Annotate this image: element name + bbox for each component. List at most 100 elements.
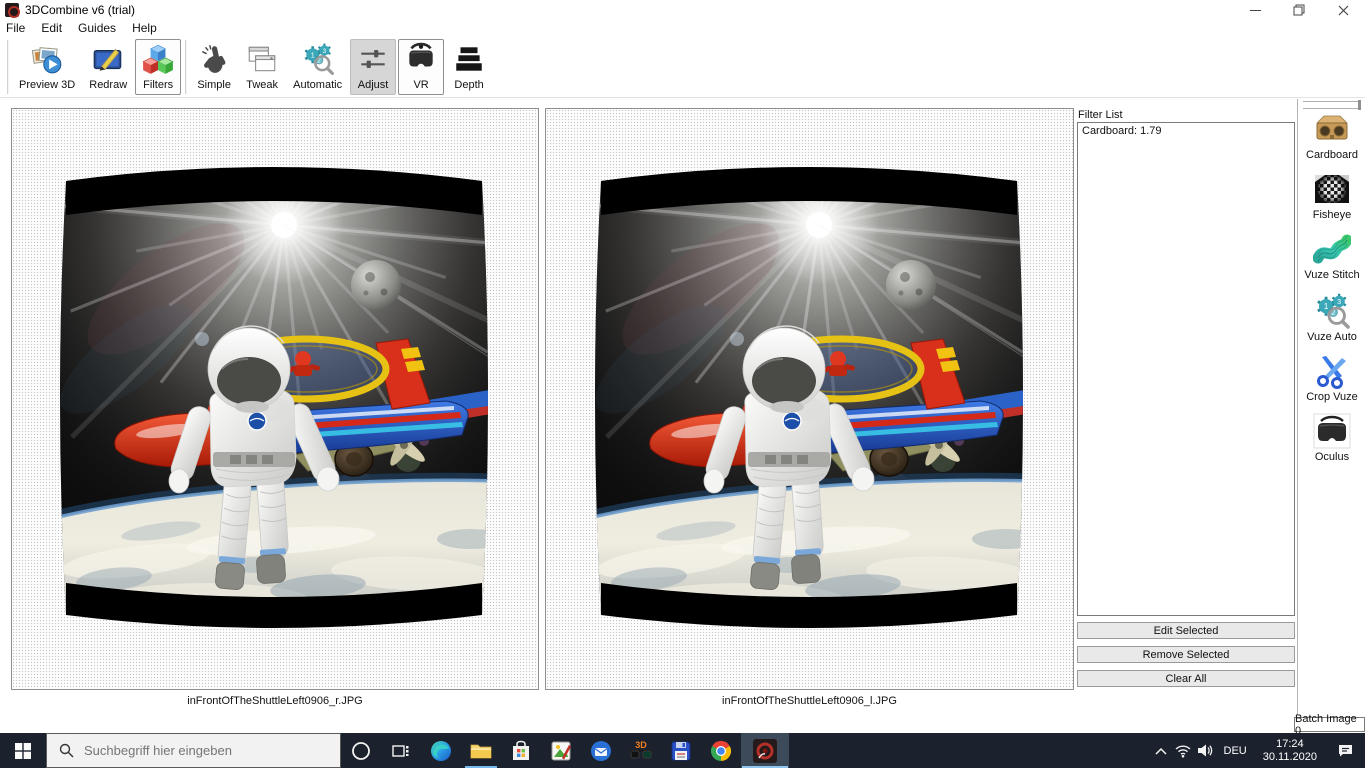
sidebar-item-label: Vuze Stitch: [1304, 269, 1359, 281]
chrome-icon[interactable]: [701, 733, 741, 768]
sidebar-item-vuze-stitch[interactable]: Vuze Stitch: [1300, 230, 1364, 288]
3dcombine-taskbar-icon[interactable]: [741, 733, 789, 768]
left-image-filename: inFrontOfTheShuttleLeft0906_r.JPG: [11, 695, 539, 707]
toolbar: Preview 3D Redraw Filte: [0, 37, 1365, 98]
preview-3d-icon: [30, 42, 64, 76]
vr-button[interactable]: VR: [398, 39, 444, 95]
toolbar-label: VR: [413, 79, 428, 91]
search-icon: [59, 743, 74, 758]
task-view-icon[interactable]: [381, 733, 421, 768]
fisheye-icon: [1313, 170, 1351, 208]
toolbar-label: Redraw: [89, 79, 127, 91]
toolbar-label: Depth: [454, 79, 483, 91]
redraw-icon: [91, 42, 125, 76]
svg-text:1: 1: [310, 50, 314, 59]
simple-icon: [197, 42, 231, 76]
application-window: 3DCombine v6 (trial) File Edit Guides He…: [0, 0, 1365, 768]
title-bar: 3DCombine v6 (trial): [0, 0, 1365, 20]
file-explorer-icon[interactable]: [461, 733, 501, 768]
taskbar: 3D: [0, 733, 1365, 768]
tweak-button[interactable]: Tweak: [239, 39, 285, 95]
batch-status: Batch Image 0: [1294, 717, 1365, 732]
vr-icon: [404, 42, 438, 76]
tray-date: 30.11.2020: [1263, 751, 1317, 764]
sidebar-item-label: Fisheye: [1313, 209, 1352, 221]
toolbar-label: Filters: [143, 79, 173, 91]
depth-button[interactable]: Depth: [446, 39, 492, 95]
3d-glasses-icon[interactable]: 3D: [621, 733, 661, 768]
adjust-icon: [356, 42, 390, 76]
sidebar-item-fisheye[interactable]: Fisheye: [1300, 170, 1364, 228]
filter-list-label: Filter List: [1078, 109, 1123, 121]
left-image-canvas[interactable]: [11, 108, 539, 690]
mail-icon[interactable]: [581, 733, 621, 768]
system-tray: DEU 17:24 30.11.2020: [1150, 733, 1365, 768]
crop-vuze-icon: [1313, 352, 1351, 390]
cardboard-icon: [1313, 110, 1351, 148]
redraw-button[interactable]: Redraw: [83, 39, 133, 95]
sidebar-scrollbar[interactable]: [1303, 101, 1361, 109]
sidebar-item-vuze-auto[interactable]: 1 3 2 Vuze Auto: [1300, 292, 1364, 350]
toolbar-label: Tweak: [246, 79, 278, 91]
toolbar-label: Preview 3D: [19, 79, 75, 91]
oculus-icon: [1313, 412, 1351, 450]
remove-selected-button[interactable]: Remove Selected: [1077, 646, 1295, 663]
volume-icon[interactable]: [1194, 733, 1216, 768]
sidebar-item-label: Vuze Auto: [1307, 331, 1357, 343]
edit-selected-button[interactable]: Edit Selected: [1077, 622, 1295, 639]
store-icon[interactable]: [501, 733, 541, 768]
menu-help[interactable]: Help: [124, 20, 165, 37]
filters-button[interactable]: Filters: [135, 39, 181, 95]
minimize-button[interactable]: [1233, 0, 1277, 20]
menu-guides[interactable]: Guides: [70, 20, 124, 37]
filters-icon: [141, 42, 175, 76]
toolbar-label: Simple: [197, 79, 231, 91]
stereo-photo-left: [56, 159, 492, 639]
simple-button[interactable]: Simple: [191, 39, 237, 95]
filter-list[interactable]: Cardboard: 1.79: [1077, 122, 1295, 616]
menu-bar: File Edit Guides Help: [0, 20, 1365, 37]
tweak-icon: [245, 42, 279, 76]
automatic-icon: 1 3 2: [301, 42, 335, 76]
menu-file[interactable]: File: [0, 20, 33, 37]
sidebar-item-label: Oculus: [1315, 451, 1349, 463]
sidebar-item-label: Crop Vuze: [1306, 391, 1358, 403]
clear-all-button[interactable]: Clear All: [1077, 670, 1295, 687]
menu-edit[interactable]: Edit: [33, 20, 70, 37]
restore-button[interactable]: [1277, 0, 1321, 20]
app-icon: [5, 3, 19, 17]
toolbar-separator: [7, 40, 9, 94]
filter-list-item[interactable]: Cardboard: 1.79: [1078, 123, 1294, 139]
right-image-canvas[interactable]: [545, 108, 1074, 690]
toolbar-label: Automatic: [293, 79, 342, 91]
tray-time: 17:24: [1263, 738, 1317, 751]
adjust-button[interactable]: Adjust: [350, 39, 396, 95]
floppy-save-icon[interactable]: [661, 733, 701, 768]
clock[interactable]: 17:24 30.11.2020: [1255, 738, 1325, 764]
sidebar-item-oculus[interactable]: Oculus: [1300, 412, 1364, 470]
depth-icon: [452, 42, 486, 76]
image-editor-icon[interactable]: [541, 733, 581, 768]
toolbar-label: Adjust: [358, 79, 389, 91]
sidebar-item-crop-vuze[interactable]: Crop Vuze: [1300, 352, 1364, 410]
stereo-photo-right: [591, 159, 1027, 639]
right-image-filename: inFrontOfTheShuttleLeft0906_l.JPG: [545, 695, 1074, 707]
wifi-icon[interactable]: [1172, 733, 1194, 768]
automatic-button[interactable]: 1 3 2 Automatic: [287, 39, 348, 95]
edge-icon[interactable]: [421, 733, 461, 768]
svg-text:3: 3: [1337, 298, 1341, 306]
taskbar-search[interactable]: [46, 733, 341, 768]
language-indicator[interactable]: DEU: [1216, 745, 1255, 757]
close-button[interactable]: [1321, 0, 1365, 20]
preview-3d-button[interactable]: Preview 3D: [13, 39, 81, 95]
action-center-icon[interactable]: [1325, 733, 1365, 768]
window-title: 3DCombine v6 (trial): [25, 3, 135, 17]
hidden-icons-chevron[interactable]: [1150, 733, 1172, 768]
sidebar-item-cardboard[interactable]: Cardboard: [1300, 110, 1364, 168]
svg-text:3D: 3D: [635, 740, 647, 750]
start-button[interactable]: [0, 733, 46, 768]
cortana-icon[interactable]: [341, 733, 381, 768]
sidebar-item-label: Cardboard: [1306, 149, 1358, 161]
search-input[interactable]: [84, 743, 314, 758]
svg-text:3: 3: [322, 48, 326, 55]
